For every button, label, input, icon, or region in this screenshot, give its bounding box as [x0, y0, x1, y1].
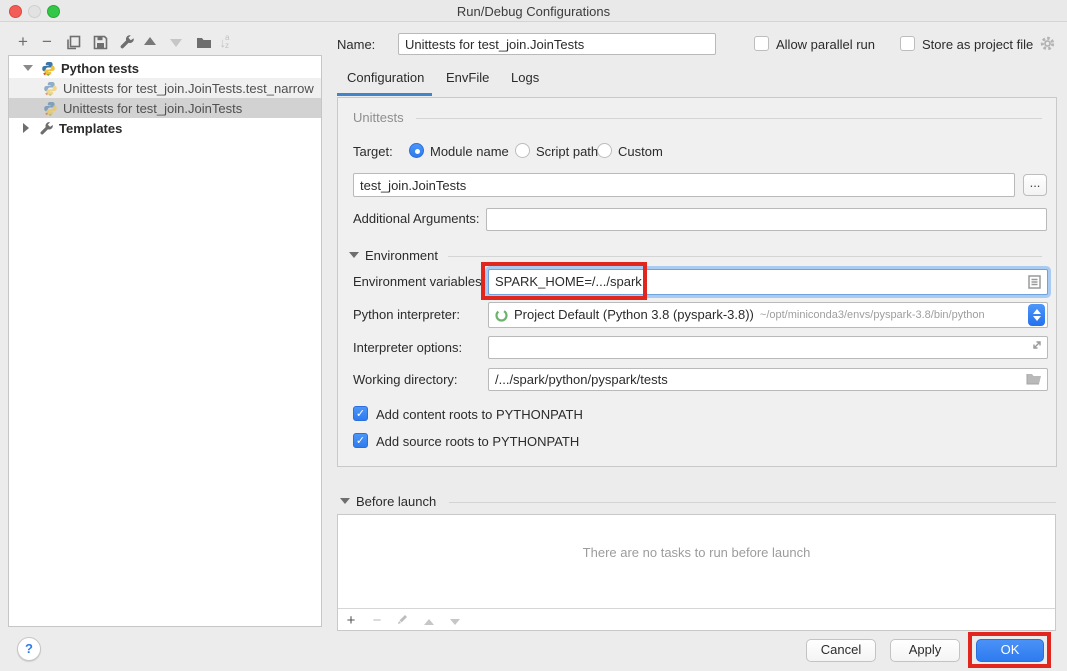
add-content-roots-checkbox[interactable]: ✓ [353, 406, 368, 421]
store-as-project-file-label: Store as project file [922, 37, 1033, 53]
add-content-roots-label: Add content roots to PYTHONPATH [376, 407, 583, 423]
before-launch-toolbar: + − [338, 608, 1055, 631]
add-configuration-button[interactable]: + [14, 33, 32, 51]
allow-parallel-run-checkbox[interactable] [754, 36, 769, 51]
unittests-section-title: Unittests [353, 110, 404, 125]
tree-item-python-tests[interactable]: Python tests [9, 58, 321, 78]
move-task-up-icon[interactable] [416, 612, 442, 629]
before-launch-task-list: There are no tasks to run before launch … [337, 514, 1056, 631]
save-configuration-icon[interactable] [91, 33, 109, 51]
templates-wrench-icon [39, 121, 54, 136]
store-as-project-file-checkbox[interactable] [900, 36, 915, 51]
chevron-right-icon[interactable] [23, 123, 29, 133]
move-task-down-icon[interactable] [442, 612, 468, 629]
edit-env-vars-icon[interactable] [1028, 275, 1041, 289]
target-custom-radio[interactable] [597, 143, 612, 158]
name-input[interactable]: Unittests for test_join.JoinTests [398, 33, 716, 55]
chevron-down-icon[interactable] [23, 65, 33, 71]
tree-item-unittests-narrow[interactable]: Unittests for test_join.JoinTests.test_n… [9, 78, 321, 98]
move-up-icon[interactable] [144, 37, 156, 45]
unittests-group-panel: Unittests Target: Module name Script pat… [337, 97, 1057, 467]
tab-logs[interactable]: Logs [511, 70, 539, 92]
target-custom-label: Custom [618, 144, 663, 160]
env-vars-annotation-box [481, 262, 647, 300]
target-script-path-label: Script path [536, 144, 598, 160]
name-label: Name: [337, 37, 375, 53]
section-divider [416, 118, 1042, 119]
environment-variables-label: Environment variables: [353, 274, 485, 290]
target-module-name-label: Module name [430, 144, 509, 160]
target-label: Target: [353, 144, 393, 160]
before-launch-collapse-icon[interactable] [340, 498, 350, 504]
additional-arguments-label: Additional Arguments: [353, 211, 479, 227]
interpreter-options-input[interactable] [488, 336, 1048, 359]
working-directory-label: Working directory: [353, 372, 458, 388]
before-launch-empty-message: There are no tasks to run before launch [338, 545, 1055, 560]
configurations-tree: Python tests Unittests for test_join.Joi… [8, 55, 322, 627]
environment-section-title[interactable]: Environment [365, 248, 438, 264]
sort-configurations-icon[interactable]: ↓az [215, 33, 233, 51]
edit-task-pencil-icon[interactable] [390, 612, 416, 629]
python-interpreter-label: Python interpreter: [353, 307, 460, 323]
ok-button-annotation-box [968, 632, 1051, 668]
new-folder-icon[interactable] [195, 33, 213, 51]
python-interpreter-select[interactable]: Project Default (Python 3.8 (pyspark-3.8… [488, 302, 1048, 328]
python-test-config-icon [43, 101, 58, 116]
allow-parallel-run-label: Allow parallel run [776, 37, 875, 53]
tree-item-label: Unittests for test_join.JoinTests [63, 101, 242, 116]
additional-arguments-input[interactable] [486, 208, 1047, 231]
add-source-roots-label: Add source roots to PYTHONPATH [376, 434, 579, 450]
target-module-name-radio[interactable] [409, 143, 424, 158]
environment-collapse-icon[interactable] [349, 252, 359, 258]
target-script-path-radio[interactable] [515, 143, 530, 158]
edit-templates-wrench-icon[interactable] [118, 33, 136, 51]
browse-folder-icon[interactable] [1026, 372, 1042, 385]
before-launch-section-title[interactable]: Before launch [356, 494, 436, 510]
move-down-icon[interactable] [170, 37, 182, 47]
tree-item-label: Templates [59, 121, 122, 136]
title-bar: Run/Debug Configurations [0, 0, 1067, 22]
expand-field-icon[interactable] [1031, 339, 1043, 351]
interpreter-value: Project Default (Python 3.8 (pyspark-3.8… [514, 305, 754, 325]
remove-task-icon[interactable]: − [364, 612, 390, 629]
tree-item-templates[interactable]: Templates [9, 118, 321, 138]
tree-item-label: Python tests [61, 61, 139, 76]
browse-target-button[interactable]: ... [1023, 174, 1047, 196]
remove-configuration-button[interactable]: − [38, 33, 56, 51]
add-task-icon[interactable]: + [338, 612, 364, 629]
interpreter-dropdown-arrows-icon[interactable] [1028, 304, 1045, 326]
cancel-button[interactable]: Cancel [806, 639, 876, 662]
help-button[interactable]: ? [17, 637, 41, 661]
copy-configuration-icon[interactable] [64, 33, 82, 51]
section-divider [449, 502, 1056, 503]
tab-configuration[interactable]: Configuration [347, 70, 424, 92]
python-test-config-icon [43, 81, 58, 96]
conda-env-icon [495, 309, 508, 322]
tree-item-unittests-jointests[interactable]: Unittests for test_join.JoinTests [9, 98, 321, 118]
python-tests-icon [41, 61, 56, 76]
interpreter-options-label: Interpreter options: [353, 340, 462, 356]
apply-button[interactable]: Apply [890, 639, 960, 662]
window-title: Run/Debug Configurations [0, 4, 1067, 19]
add-source-roots-checkbox[interactable]: ✓ [353, 433, 368, 448]
tree-item-label: Unittests for test_join.JoinTests.test_n… [63, 81, 314, 96]
working-directory-input[interactable]: /.../spark/python/pyspark/tests [488, 368, 1048, 391]
tab-envfile[interactable]: EnvFile [446, 70, 489, 92]
store-settings-gear-icon[interactable] [1039, 35, 1056, 52]
active-tab-underline [337, 93, 432, 96]
target-input[interactable]: test_join.JoinTests [353, 173, 1015, 197]
section-divider [448, 256, 1042, 257]
interpreter-path: ~/opt/miniconda3/envs/pyspark-3.8/bin/py… [760, 305, 1022, 325]
